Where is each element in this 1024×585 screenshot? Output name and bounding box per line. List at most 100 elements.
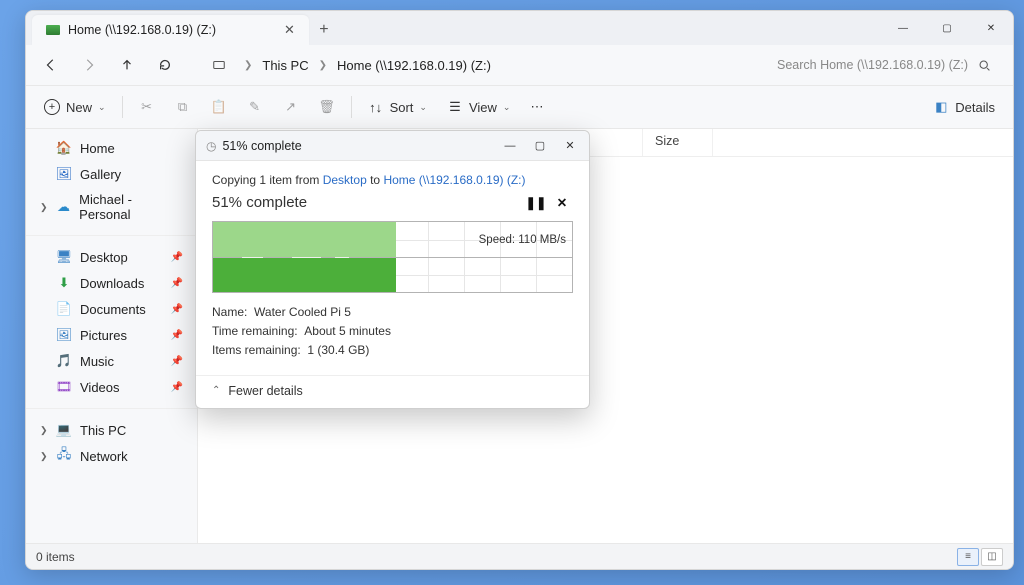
onedrive-icon: ☁ <box>56 199 71 215</box>
sidebar-item-desktop[interactable]: 🖥Desktop📌 <box>34 244 189 270</box>
dialog-title: 51% complete <box>222 139 301 153</box>
cancel-button[interactable]: ✕ <box>551 191 573 213</box>
minimize-button[interactable]: — <box>881 11 925 45</box>
back-button[interactable] <box>34 50 68 80</box>
sidebar-label: This PC <box>80 423 126 438</box>
chevron-right-icon: ❯ <box>319 60 327 71</box>
view-button[interactable]: ☰ View ⌄ <box>439 92 519 122</box>
sidebar-item-videos[interactable]: 🎞Videos📌 <box>34 374 189 400</box>
item-count: 0 items <box>36 550 75 564</box>
detail-time: About 5 minutes <box>304 324 391 338</box>
details-pane-button[interactable]: ◧ Details <box>925 92 1003 122</box>
forward-button[interactable] <box>72 50 106 80</box>
dialog-minimize-button[interactable]: — <box>495 132 525 160</box>
drive-icon <box>46 25 60 35</box>
toolbar: + New ⌄ ✂ ⧉ 📋 ✎ ↗ 🗑 ↑↓ Sort ⌄ ☰ View ⌄ ⋯… <box>26 85 1013 129</box>
pin-icon: 📌 <box>171 356 183 367</box>
rename-button[interactable]: ✎ <box>239 92 271 122</box>
dialog-titlebar: ◷ 51% complete — ▢ ✕ <box>196 131 589 161</box>
detail-name: Water Cooled Pi 5 <box>254 305 351 319</box>
column-size[interactable]: Size <box>643 129 713 156</box>
pin-icon: 📌 <box>171 252 183 263</box>
chevron-down-icon: ⌄ <box>503 102 511 113</box>
tab-close-icon[interactable]: ✕ <box>284 22 295 38</box>
search-input[interactable]: Search Home (\\192.168.0.19) (Z:) <box>769 51 999 79</box>
chevron-down-icon: ⌄ <box>98 102 106 113</box>
trash-icon: 🗑 <box>319 99 335 115</box>
share-icon: ↗ <box>283 99 299 115</box>
dialog-close-button[interactable]: ✕ <box>555 132 585 160</box>
sidebar-item-thispc[interactable]: ❯💻This PC <box>34 417 189 443</box>
search-placeholder: Search Home (\\192.168.0.19) (Z:) <box>777 58 968 72</box>
from-link[interactable]: Desktop <box>323 173 367 187</box>
chevron-up-icon: ⌃ <box>212 385 220 396</box>
up-button[interactable] <box>110 50 144 80</box>
percent-complete: 51% complete <box>212 194 521 211</box>
statusbar: 0 items ≡ ◫ <box>26 543 1013 569</box>
paste-icon: 📋 <box>211 99 227 115</box>
breadcrumb[interactable]: ❯ This PC ❯ Home (\\192.168.0.19) (Z:) <box>244 56 765 75</box>
new-label: New <box>66 100 92 115</box>
chevron-right-icon: ❯ <box>40 451 48 462</box>
refresh-button[interactable] <box>148 50 182 80</box>
chart-top-fill <box>213 222 396 257</box>
sort-button[interactable]: ↑↓ Sort ⌄ <box>360 92 435 122</box>
home-icon: 🏠 <box>56 140 72 156</box>
pause-button[interactable]: ❚❚ <box>525 191 547 213</box>
sidebar-item-documents[interactable]: 📄Documents📌 <box>34 296 189 322</box>
sidebar-item-home[interactable]: 🏠Home <box>34 135 189 161</box>
breadcrumb-this-pc[interactable]: This PC <box>258 56 312 75</box>
cut-icon: ✂ <box>139 99 155 115</box>
sidebar-label: Network <box>80 449 128 464</box>
view-icon: ☰ <box>447 99 463 115</box>
maximize-button[interactable]: ▢ <box>925 11 969 45</box>
details-view-button[interactable]: ≡ <box>957 548 979 566</box>
delete-button[interactable]: 🗑 <box>311 92 343 122</box>
sidebar-label: Michael - Personal <box>79 192 183 222</box>
sidebar: 🏠Home 🖼Gallery ❯☁Michael - Personal 🖥Des… <box>26 129 198 543</box>
details-label: Details <box>955 100 995 115</box>
chevron-down-icon: ⌄ <box>419 102 427 113</box>
to-link[interactable]: Home (\\192.168.0.19) (Z:) <box>383 173 525 187</box>
pin-icon: 📌 <box>171 382 183 393</box>
sidebar-item-downloads[interactable]: ⬇Downloads📌 <box>34 270 189 296</box>
new-tab-button[interactable]: + <box>309 15 339 45</box>
copy-button[interactable]: ⧉ <box>167 92 199 122</box>
dialog-maximize-button[interactable]: ▢ <box>525 132 555 160</box>
details-icon: ◧ <box>933 99 949 115</box>
more-icon: ⋯ <box>530 99 543 115</box>
sidebar-item-personal[interactable]: ❯ ☁ Michael - Personal <box>34 187 189 227</box>
tab-current[interactable]: Home (\\192.168.0.19) (Z:) ✕ <box>32 15 309 45</box>
pc-icon: 💻 <box>56 422 72 438</box>
sidebar-item-pictures[interactable]: 🖼Pictures📌 <box>34 322 189 348</box>
icons-view-button[interactable]: ◫ <box>981 548 1003 566</box>
new-button[interactable]: + New ⌄ <box>36 92 114 122</box>
clock-icon: ◷ <box>206 139 216 153</box>
sidebar-item-gallery[interactable]: 🖼Gallery <box>34 161 189 187</box>
window-buttons: — ▢ ✕ <box>881 11 1013 45</box>
rename-icon: ✎ <box>247 99 263 115</box>
chevron-right-icon: ❯ <box>244 60 252 71</box>
share-button[interactable]: ↗ <box>275 92 307 122</box>
close-button[interactable]: ✕ <box>969 11 1013 45</box>
paste-button[interactable]: 📋 <box>203 92 235 122</box>
location-icon[interactable] <box>202 50 236 80</box>
sort-label: Sort <box>390 100 414 115</box>
copy-details: Name: Water Cooled Pi 5 Time remaining: … <box>212 303 573 361</box>
copy-icon: ⧉ <box>175 99 191 115</box>
downloads-icon: ⬇ <box>56 275 72 291</box>
navbar: ❯ This PC ❯ Home (\\192.168.0.19) (Z:) S… <box>26 45 1013 85</box>
more-button[interactable]: ⋯ <box>522 92 551 122</box>
pin-icon: 📌 <box>171 330 183 341</box>
chevron-right-icon: ❯ <box>40 202 48 213</box>
sidebar-label: Documents <box>80 302 146 317</box>
chart-bot-fill <box>213 257 396 292</box>
music-icon: 🎵 <box>56 353 72 369</box>
sidebar-item-music[interactable]: 🎵Music📌 <box>34 348 189 374</box>
sidebar-label: Desktop <box>80 250 128 265</box>
cut-button[interactable]: ✂ <box>131 92 163 122</box>
fewer-details-button[interactable]: ⌃ Fewer details <box>196 375 589 408</box>
breadcrumb-location[interactable]: Home (\\192.168.0.19) (Z:) <box>333 56 495 75</box>
sidebar-item-network[interactable]: ❯🖧Network <box>34 443 189 469</box>
pictures-icon: 🖼 <box>56 327 72 343</box>
